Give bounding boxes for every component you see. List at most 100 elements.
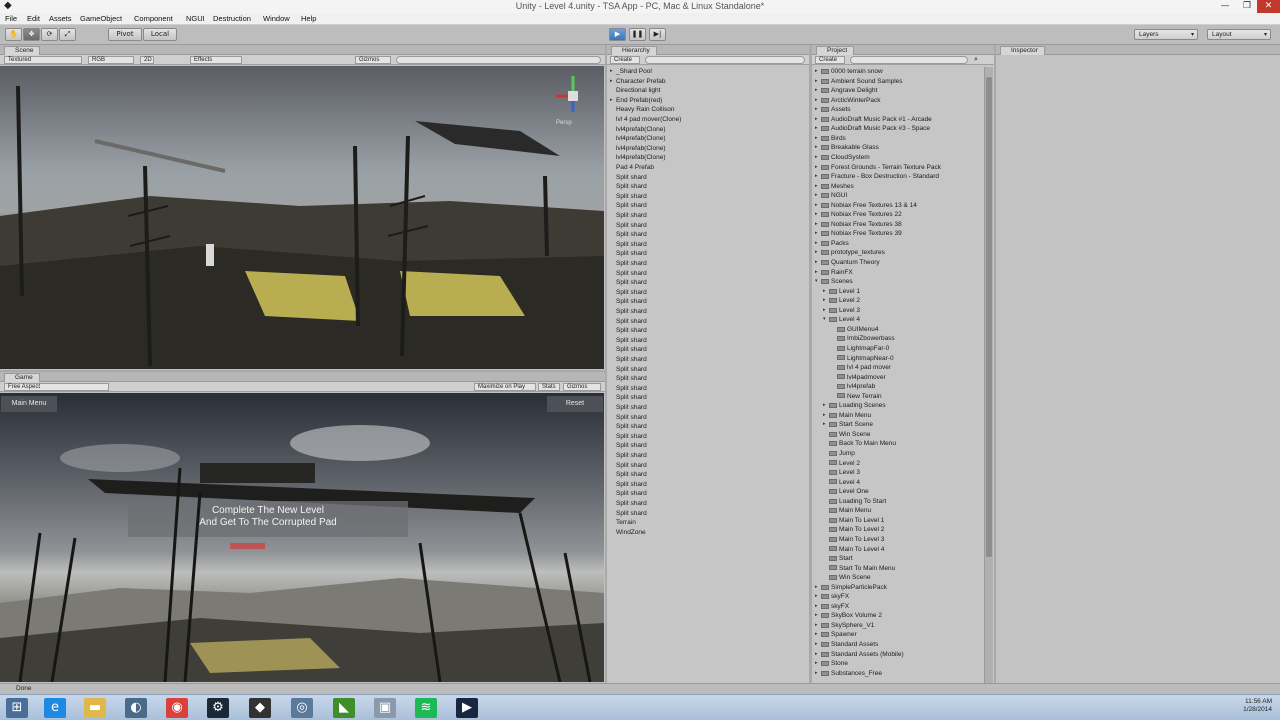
hierarchy-item[interactable]: Split shard — [610, 441, 647, 450]
project-item[interactable]: Back To Main Menu — [823, 439, 896, 448]
hierarchy-item[interactable]: Split shard — [610, 393, 647, 402]
start-button[interactable]: ⊞ — [6, 698, 28, 718]
hierarchy-item[interactable]: Split shard — [610, 317, 647, 326]
project-item[interactable]: ▸ CloudSystem — [815, 153, 870, 162]
hierarchy-item[interactable]: Split shard — [610, 240, 647, 249]
project-item[interactable]: Main To Level 4 — [823, 545, 884, 554]
scale-tool-button[interactable]: ⤢ — [59, 28, 76, 41]
close-button[interactable]: ✕ — [1257, 0, 1280, 13]
project-item[interactable]: ▸ Breakable Glass — [815, 143, 879, 152]
hierarchy-item[interactable]: Split shard — [610, 182, 647, 191]
hierarchy-item[interactable]: Split shard — [610, 470, 647, 479]
project-item[interactable]: ▸ ArcticWinterPack — [815, 96, 880, 105]
menu-component[interactable]: Component — [134, 14, 173, 23]
project-item[interactable]: ▸ Nobiax Free Textures 38 — [815, 220, 902, 229]
menu-gameobject[interactable]: GameObject — [80, 14, 122, 23]
hierarchy-item[interactable]: Split shard — [610, 336, 647, 345]
project-item[interactable]: ▸ Meshes — [815, 182, 854, 191]
tab-scene[interactable]: Scene — [4, 46, 41, 55]
hierarchy-item[interactable]: lvl 4 pad mover(Clone) — [610, 115, 681, 124]
render-mode-dropdown[interactable]: RGB — [88, 56, 134, 64]
move-tool-button[interactable]: ✥ — [23, 28, 40, 41]
main-menu-button[interactable]: Main Menu — [1, 396, 57, 412]
project-item[interactable]: ▸ Quantum Theory — [815, 258, 880, 267]
local-toggle[interactable]: Local — [143, 28, 177, 41]
project-item[interactable]: ▸ SimpleParticlePack — [815, 583, 887, 592]
minimize-button[interactable]: — — [1214, 0, 1236, 13]
hierarchy-item[interactable]: Split shard — [610, 422, 647, 431]
project-item[interactable]: ▸ AudioDraft Music Pack #3 - Space — [815, 124, 930, 133]
hierarchy-item[interactable]: Split shard — [610, 509, 647, 518]
nvidia-icon[interactable]: ◣ — [333, 698, 355, 718]
project-item[interactable]: Level 3 — [823, 468, 860, 477]
project-item[interactable]: ▸ prototype_textures — [815, 248, 885, 257]
hierarchy-create-dropdown[interactable]: Create — [610, 56, 640, 64]
hierarchy-item[interactable]: Split shard — [610, 499, 647, 508]
layout-dropdown[interactable]: Layout — [1207, 29, 1271, 40]
project-item[interactable]: ▸ Birds — [815, 134, 846, 143]
project-item[interactable]: ▸ Level 1 — [823, 287, 860, 296]
tab-inspector[interactable]: Inspector — [1000, 46, 1045, 55]
project-item[interactable]: ▸ Start Scene — [823, 420, 873, 429]
tab-project[interactable]: Project — [816, 46, 855, 55]
project-item[interactable]: ▸ Forest Grounds - Terrain Texture Pack — [815, 163, 941, 172]
tab-hierarchy[interactable]: Hierarchy — [611, 46, 657, 55]
project-item[interactable]: Win Scene — [823, 573, 870, 582]
project-item[interactable]: Loading To Start — [823, 497, 886, 506]
project-item[interactable]: ▸ Stone — [815, 659, 848, 668]
project-item[interactable]: ▸ Nobiax Free Textures 39 — [815, 229, 902, 238]
aspect-dropdown[interactable]: Free Aspect — [4, 383, 109, 391]
project-item[interactable]: ▸ Standard Assets — [815, 640, 878, 649]
hierarchy-item[interactable]: Split shard — [610, 374, 647, 383]
hierarchy-item[interactable]: Split shard — [610, 451, 647, 460]
hierarchy-item[interactable]: Split shard — [610, 192, 647, 201]
menu-file[interactable]: File — [5, 14, 17, 23]
shading-dropdown[interactable]: Textured — [4, 56, 82, 64]
hierarchy-item[interactable]: Split shard — [610, 489, 647, 498]
hierarchy-item[interactable]: Split shard — [610, 461, 647, 470]
project-item[interactable]: lvl4padmover — [831, 373, 886, 382]
project-item[interactable]: Level 2 — [823, 459, 860, 468]
hierarchy-item[interactable]: Split shard — [610, 480, 647, 489]
hierarchy-item[interactable]: ▸ Character Prefab — [610, 77, 666, 86]
hierarchy-search-input[interactable] — [645, 56, 805, 64]
project-item[interactable]: Level One — [823, 487, 869, 496]
hierarchy-item[interactable]: Split shard — [610, 355, 647, 364]
project-item[interactable]: ▸ AudioDraft Music Pack #1 - Arcade — [815, 115, 932, 124]
hierarchy-item[interactable]: Pad 4 Prefab — [610, 163, 654, 172]
rotate-tool-button[interactable]: ⟳ — [41, 28, 58, 41]
hierarchy-item[interactable]: Split shard — [610, 432, 647, 441]
project-item[interactable]: ▸ Ambient Sound Samples — [815, 77, 903, 86]
project-item[interactable]: ▸ Level 3 — [823, 306, 860, 315]
hierarchy-item[interactable]: Split shard — [610, 297, 647, 306]
project-create-dropdown[interactable]: Create — [815, 56, 845, 64]
project-item[interactable]: ▸ Nobiax Free Textures 13 & 14 — [815, 201, 917, 210]
hierarchy-item[interactable]: Split shard — [610, 173, 647, 182]
network-icon[interactable]: ▣ — [374, 698, 396, 718]
project-item[interactable]: ▸ SkySphere_V1 — [815, 621, 874, 630]
system-clock[interactable]: 11:56 AM 1/28/2014 — [1243, 698, 1272, 714]
search-icon[interactable]: ⌕ — [974, 55, 978, 64]
project-item[interactable]: lvl4prefab — [831, 382, 875, 391]
project-item[interactable]: Main To Level 3 — [823, 535, 884, 544]
hierarchy-item[interactable]: ▸ End Prefab(red) — [610, 96, 662, 105]
hierarchy-item[interactable]: Split shard — [610, 278, 647, 287]
scene-search-input[interactable] — [396, 56, 601, 64]
hierarchy-item[interactable]: Split shard — [610, 413, 647, 422]
pivot-toggle[interactable]: Pivot — [108, 28, 142, 41]
project-item[interactable]: ▸ Spawner — [815, 630, 857, 639]
play-button[interactable]: ▶ — [609, 28, 626, 41]
hierarchy-item[interactable]: lvl4prefab(Clone) — [610, 125, 666, 134]
hierarchy-item[interactable]: Heavy Rain Collison — [610, 105, 675, 114]
project-item[interactable]: ▸ Angrave Delight — [815, 86, 877, 95]
project-scrollbar[interactable] — [984, 67, 993, 683]
scene-viewport[interactable]: Persp — [0, 66, 604, 369]
menu-assets[interactable]: Assets — [49, 14, 72, 23]
hierarchy-item[interactable]: Split shard — [610, 221, 647, 230]
pause-button[interactable]: ❚❚ — [629, 28, 646, 41]
project-item[interactable]: ▸ RainFX — [815, 268, 853, 277]
tab-game[interactable]: Game — [4, 373, 40, 382]
project-item[interactable]: ▸ skyFX — [815, 602, 849, 611]
project-item[interactable]: ▸ Fracture - Box Destruction - Standard — [815, 172, 939, 181]
recorder-icon[interactable]: ▶ — [456, 698, 478, 718]
